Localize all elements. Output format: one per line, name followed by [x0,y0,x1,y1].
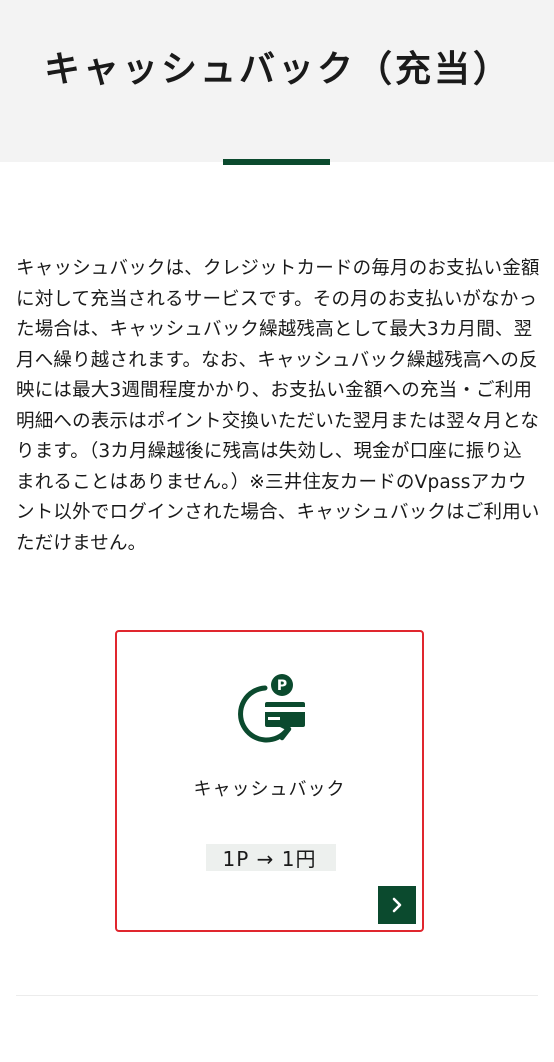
page-title: キャッシュバック（充当） [44,49,513,90]
page-header: キャッシュバック（充当） [0,0,554,162]
card-title: キャッシュバック [193,779,346,800]
page: キャッシュバック（充当） キャッシュバックは、クレジットカードの毎月のお支払い金… [0,0,554,1062]
chevron-right-button[interactable] [378,886,416,924]
exchange-rate: 1P → 1円 [222,847,317,871]
active-tab-indicator [223,159,330,165]
point-coin-letter: P [277,678,287,694]
chevron-right-icon [392,897,402,913]
cashback-exchange-card[interactable]: P キャッシュバック 1P → 1円 [115,630,424,932]
cashback-point-card-icon: P [235,672,309,746]
divider [16,995,538,996]
cashback-description: キャッシュバックは、クレジットカードの毎月のお支払い金額に対して充当されるサービ… [16,258,540,554]
